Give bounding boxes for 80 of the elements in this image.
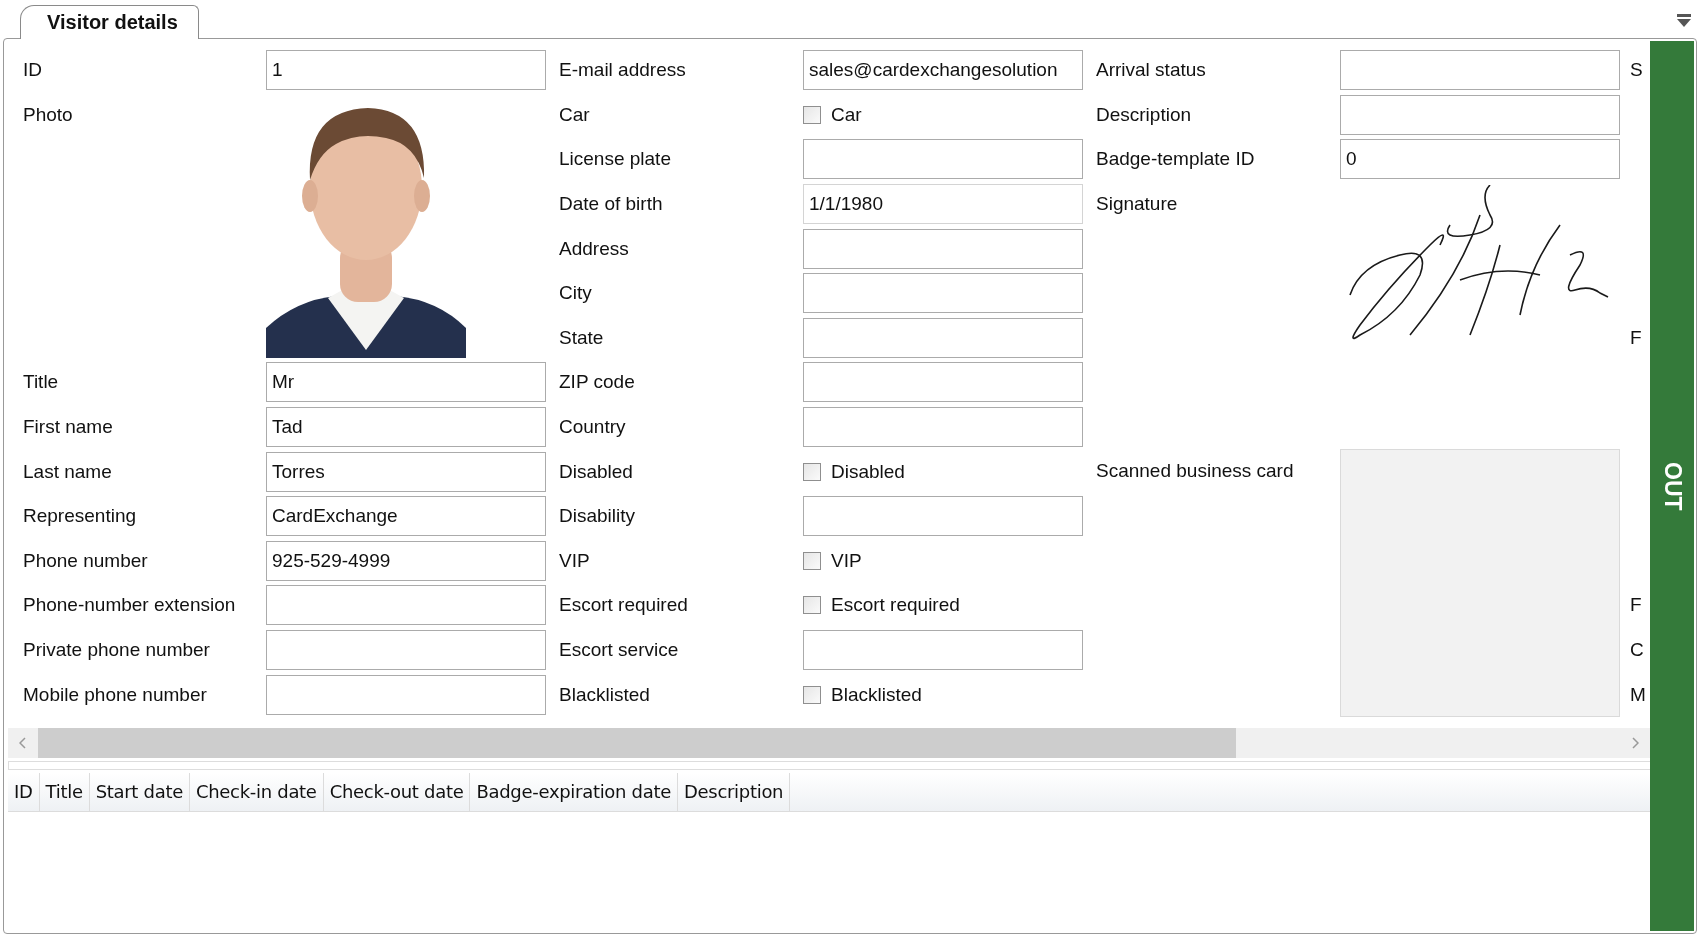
- field-label: Badge-template ID: [1096, 148, 1255, 171]
- scrollbar-thumb[interactable]: [38, 727, 1236, 758]
- splitter-bar[interactable]: [8, 760, 1650, 770]
- checkbox[interactable]: [803, 551, 821, 570]
- text-field[interactable]: [803, 139, 1083, 180]
- text-field[interactable]: 0: [1340, 139, 1620, 180]
- tab[interactable]: Visitor details: [20, 5, 199, 39]
- field-label: First name: [23, 416, 113, 439]
- field-label: Arrival status: [1096, 59, 1206, 82]
- checkbox[interactable]: [803, 105, 821, 124]
- text-field[interactable]: [803, 630, 1083, 670]
- dropdown-menu-icon[interactable]: [1677, 14, 1691, 28]
- text-field[interactable]: [1340, 94, 1620, 135]
- text-field[interactable]: [1340, 50, 1620, 91]
- text-field[interactable]: 925-529-4999: [266, 540, 546, 581]
- field-label: Disabled: [559, 460, 633, 483]
- field-label: Phone-number extension: [23, 594, 236, 617]
- field-label: Signature: [1096, 191, 1178, 215]
- field-label: Photo: [23, 102, 73, 126]
- text-field[interactable]: [803, 407, 1083, 448]
- checkbox[interactable]: [803, 685, 821, 704]
- checkbox-label[interactable]: Escort required: [831, 594, 960, 617]
- field-label: C: [1630, 639, 1644, 661]
- column-header[interactable]: Title: [39, 772, 90, 811]
- text-field[interactable]: sales@cardexchangesolution: [803, 50, 1083, 91]
- field-label: ID: [23, 59, 42, 82]
- field-label: Date of birth: [559, 193, 663, 216]
- text-field[interactable]: 1: [266, 50, 546, 91]
- text-field[interactable]: [266, 585, 546, 626]
- field-label: Country: [559, 416, 626, 439]
- field-label: Private phone number: [23, 639, 210, 661]
- field-label: Last name: [23, 460, 112, 483]
- field-label: S: [1630, 59, 1643, 82]
- text-field[interactable]: Mr: [266, 362, 546, 403]
- checkbox-label[interactable]: Blacklisted: [831, 683, 922, 706]
- field-label: Description: [1096, 103, 1192, 126]
- text-field[interactable]: [266, 674, 546, 715]
- column-header[interactable]: Check-in date: [189, 772, 324, 811]
- text-field[interactable]: [803, 362, 1083, 403]
- field-label: Car: [559, 103, 590, 126]
- checkbox[interactable]: [803, 596, 821, 615]
- text-field[interactable]: [803, 228, 1083, 269]
- column-header[interactable]: Check-out date: [323, 772, 471, 811]
- field-label: Phone number: [23, 549, 148, 572]
- text-field[interactable]: CardExchange: [266, 496, 546, 537]
- field-label: M: [1630, 683, 1646, 706]
- text-field[interactable]: Tad: [266, 407, 546, 448]
- text-field[interactable]: [803, 273, 1083, 314]
- field-label: Scanned business card: [1096, 459, 1294, 483]
- column-header[interactable]: Description: [678, 772, 791, 811]
- field-label: Title: [23, 371, 59, 394]
- field-label: Blacklisted: [559, 683, 650, 706]
- field-label: State: [559, 326, 604, 349]
- field-label: Mobile phone number: [23, 683, 207, 706]
- field-label: F: [1630, 326, 1642, 349]
- column-header[interactable]: Start date: [89, 772, 190, 811]
- checkbox-label[interactable]: Disabled: [831, 460, 905, 483]
- horizontal-scrollbar[interactable]: [8, 727, 1650, 758]
- field-label: Address: [559, 237, 629, 260]
- field-label: Escort service: [559, 639, 679, 661]
- checkbox-label[interactable]: VIP: [831, 549, 862, 572]
- field-label: Representing: [23, 505, 137, 528]
- field-label: ZIP code: [559, 371, 635, 394]
- field-label: License plate: [559, 148, 671, 171]
- field-label: Disability: [559, 505, 636, 528]
- field-label: E-mail address: [559, 59, 686, 82]
- checkbox[interactable]: [803, 462, 821, 481]
- out-status-button[interactable]: OUT: [1650, 41, 1694, 931]
- field-label: F: [1630, 594, 1642, 617]
- field-label: Escort required: [559, 594, 688, 617]
- column-header[interactable]: ID: [8, 772, 40, 811]
- field-label: City: [559, 282, 592, 305]
- date-field[interactable]: 1/1/1980: [803, 184, 1083, 225]
- text-field[interactable]: Torres: [266, 451, 546, 492]
- field-label: VIP: [559, 549, 590, 572]
- text-field[interactable]: [803, 496, 1083, 537]
- text-field[interactable]: [266, 630, 546, 670]
- checkbox-label[interactable]: Car: [831, 103, 862, 126]
- column-header[interactable]: Badge-expiration date: [470, 772, 678, 811]
- text-field[interactable]: [803, 317, 1083, 358]
